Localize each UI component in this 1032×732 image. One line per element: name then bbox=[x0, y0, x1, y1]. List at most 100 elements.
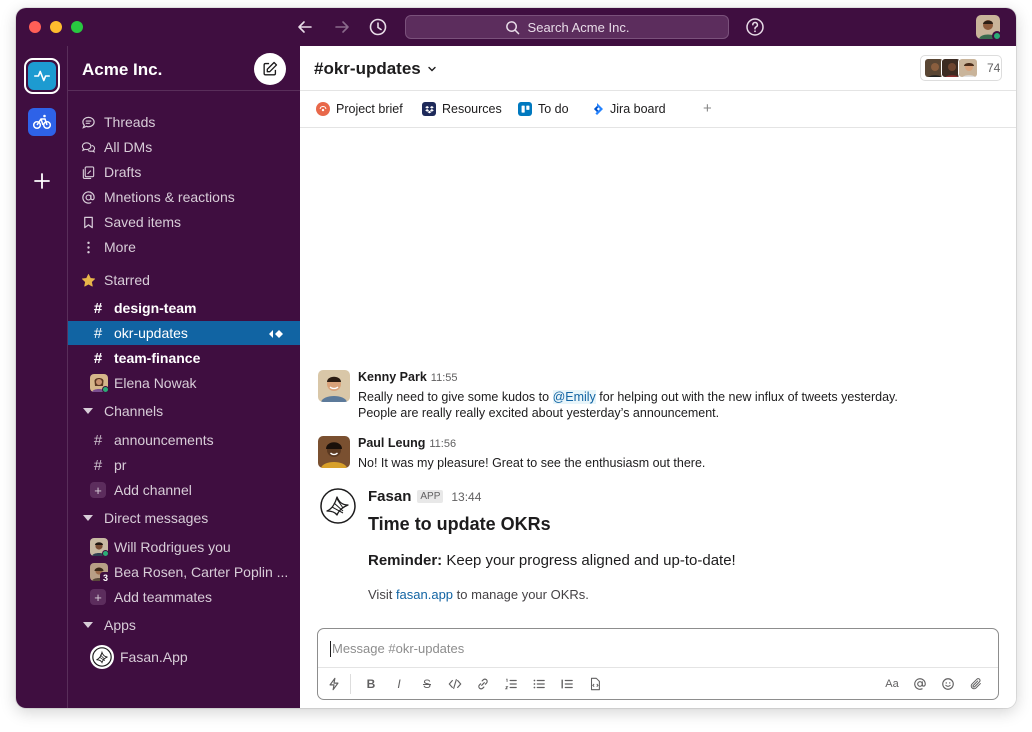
blockquote-icon[interactable] bbox=[559, 676, 575, 692]
bold-button[interactable]: B bbox=[363, 676, 379, 692]
bicycle-icon bbox=[32, 114, 52, 130]
italic-button[interactable]: I bbox=[391, 676, 407, 692]
section-apps[interactable]: Apps bbox=[68, 613, 300, 637]
minimize-window-button[interactable] bbox=[50, 21, 62, 33]
ordered-list-icon[interactable] bbox=[503, 676, 519, 692]
author-name[interactable]: Paul Leung bbox=[358, 436, 425, 450]
compose-button[interactable] bbox=[254, 53, 286, 85]
plus-icon: + bbox=[90, 589, 106, 605]
section-label: Channels bbox=[104, 403, 164, 419]
bookmark-resources[interactable]: Resources bbox=[422, 101, 502, 117]
member-list-button[interactable]: 74 bbox=[920, 55, 1002, 81]
avatar bbox=[90, 374, 109, 393]
add-bookmark-button[interactable]: + bbox=[703, 100, 712, 117]
presence-indicator bbox=[102, 386, 109, 393]
workspace-name[interactable]: Acme Inc. bbox=[82, 60, 162, 80]
code-block-icon[interactable] bbox=[587, 676, 603, 692]
sidebar-item-more[interactable]: More bbox=[68, 235, 300, 259]
sidebar-dm-will-rodrigues[interactable]: Will Rodrigues you bbox=[68, 535, 300, 559]
link-icon[interactable] bbox=[475, 676, 491, 692]
bookmarks-bar: Project brief Resources To do Jira board… bbox=[300, 91, 1016, 128]
bookmark-project-brief[interactable]: Project brief bbox=[316, 101, 403, 117]
channel-label: team-finance bbox=[114, 350, 201, 366]
brief-icon bbox=[316, 102, 330, 116]
author-name[interactable]: Fasan bbox=[368, 488, 411, 505]
add-channel-label: Add channel bbox=[114, 482, 192, 498]
hash-icon: # bbox=[93, 349, 103, 367]
compose-icon bbox=[263, 61, 278, 76]
fasan-link[interactable]: fasan.app bbox=[396, 587, 453, 602]
sidebar-item-label: All DMs bbox=[104, 139, 153, 155]
sidebar-item-threads[interactable]: Threads bbox=[68, 110, 300, 134]
add-workspace-icon[interactable] bbox=[31, 170, 53, 192]
message-author[interactable]: Kenny Park 11:55 bbox=[358, 370, 458, 384]
search-icon bbox=[505, 20, 519, 34]
forward-arrow-icon[interactable] bbox=[332, 17, 352, 37]
message-input[interactable]: Message #okr-updates bbox=[330, 641, 464, 657]
add-teammates-button[interactable]: + Add teammates bbox=[68, 585, 300, 609]
sidebar-channel-announcements[interactable]: # announcements bbox=[68, 428, 300, 452]
threads-icon bbox=[80, 114, 96, 130]
message-timestamp[interactable]: 11:55 bbox=[431, 372, 458, 384]
text-formatting-button[interactable]: Aa bbox=[884, 676, 900, 692]
mention-at-icon[interactable] bbox=[912, 676, 928, 692]
attachment-icon[interactable] bbox=[968, 676, 984, 692]
message-author[interactable]: Paul Leung 11:56 bbox=[358, 436, 456, 450]
close-window-button[interactable] bbox=[29, 21, 41, 33]
jira-icon bbox=[590, 102, 604, 116]
author-name[interactable]: Kenny Park bbox=[358, 370, 427, 384]
sidebar-dm-elena-nowak[interactable]: Elena Nowak bbox=[68, 371, 300, 395]
workspace-rail bbox=[16, 46, 68, 708]
user-avatar[interactable] bbox=[976, 15, 1002, 41]
message-composer[interactable]: Message #okr-updates B I S Aa bbox=[317, 628, 999, 700]
message-author[interactable]: Fasan APP 13:44 bbox=[368, 488, 481, 505]
sidebar-item-mentions[interactable]: Mnetions & reactions bbox=[68, 185, 300, 209]
search-placeholder: Search Acme Inc. bbox=[527, 19, 630, 35]
hash-icon: # bbox=[93, 324, 103, 342]
sidebar-item-all-dms[interactable]: All DMs bbox=[68, 135, 300, 159]
sidebar-channel-team-finance[interactable]: # team-finance bbox=[68, 346, 300, 370]
avatar[interactable] bbox=[318, 436, 350, 468]
avatar[interactable] bbox=[318, 370, 350, 402]
sidebar-channel-okr-updates[interactable]: # okr-updates bbox=[68, 321, 300, 345]
caret-down-icon bbox=[80, 617, 96, 633]
add-channel-button[interactable]: + Add channel bbox=[68, 478, 300, 502]
search-bar[interactable]: Search Acme Inc. bbox=[405, 15, 729, 39]
sidebar-item-drafts[interactable]: Drafts bbox=[68, 160, 300, 184]
bullet-list-icon[interactable] bbox=[531, 676, 547, 692]
chevron-down-icon bbox=[428, 66, 436, 72]
help-icon[interactable] bbox=[745, 17, 765, 37]
workspace-bike[interactable] bbox=[28, 108, 56, 136]
workspace-acme[interactable] bbox=[24, 58, 60, 94]
sidebar-item-label: Drafts bbox=[104, 164, 142, 180]
section-direct-messages[interactable]: Direct messages bbox=[68, 506, 300, 530]
history-clock-icon[interactable] bbox=[368, 17, 388, 37]
bookmark-jira-board[interactable]: Jira board bbox=[590, 101, 666, 117]
strikethrough-button[interactable]: S bbox=[419, 676, 435, 692]
more-vertical-icon bbox=[80, 239, 96, 255]
user-mention[interactable]: @Emily bbox=[552, 390, 596, 404]
activity-pulse-icon bbox=[33, 70, 51, 82]
channel-view: #okr-updates 74 Project brief Resources … bbox=[300, 46, 1016, 708]
sidebar-dm-group[interactable]: 3 Bea Rosen, Carter Poplin ... bbox=[68, 560, 300, 584]
message-timestamp[interactable]: 13:44 bbox=[451, 490, 481, 504]
sidebar-app-fasan[interactable]: Fasan.App bbox=[68, 645, 300, 669]
shortcuts-lightning-icon[interactable] bbox=[326, 676, 342, 692]
message-text: Really need to give some kudos to bbox=[358, 390, 553, 404]
presence-indicator bbox=[992, 31, 1002, 41]
sidebar-channel-pr[interactable]: # pr bbox=[68, 453, 300, 477]
app-label: Fasan.App bbox=[120, 649, 188, 665]
sidebar-channel-design-team[interactable]: # design-team bbox=[68, 296, 300, 320]
code-icon[interactable] bbox=[447, 676, 463, 692]
message-timestamp[interactable]: 11:56 bbox=[429, 438, 456, 450]
emoji-icon[interactable] bbox=[940, 676, 956, 692]
zoom-window-button[interactable] bbox=[71, 21, 83, 33]
bookmark-to-do[interactable]: To do bbox=[518, 101, 569, 117]
sidebar-item-saved[interactable]: Saved items bbox=[68, 210, 300, 234]
bookmark-label: Jira board bbox=[610, 102, 666, 116]
channel-title-button[interactable]: #okr-updates bbox=[314, 59, 437, 79]
fasan-logo-icon[interactable] bbox=[318, 486, 358, 526]
section-channels[interactable]: Channels bbox=[68, 399, 300, 423]
back-arrow-icon[interactable] bbox=[295, 17, 315, 37]
section-starred[interactable]: Starred bbox=[68, 268, 300, 292]
